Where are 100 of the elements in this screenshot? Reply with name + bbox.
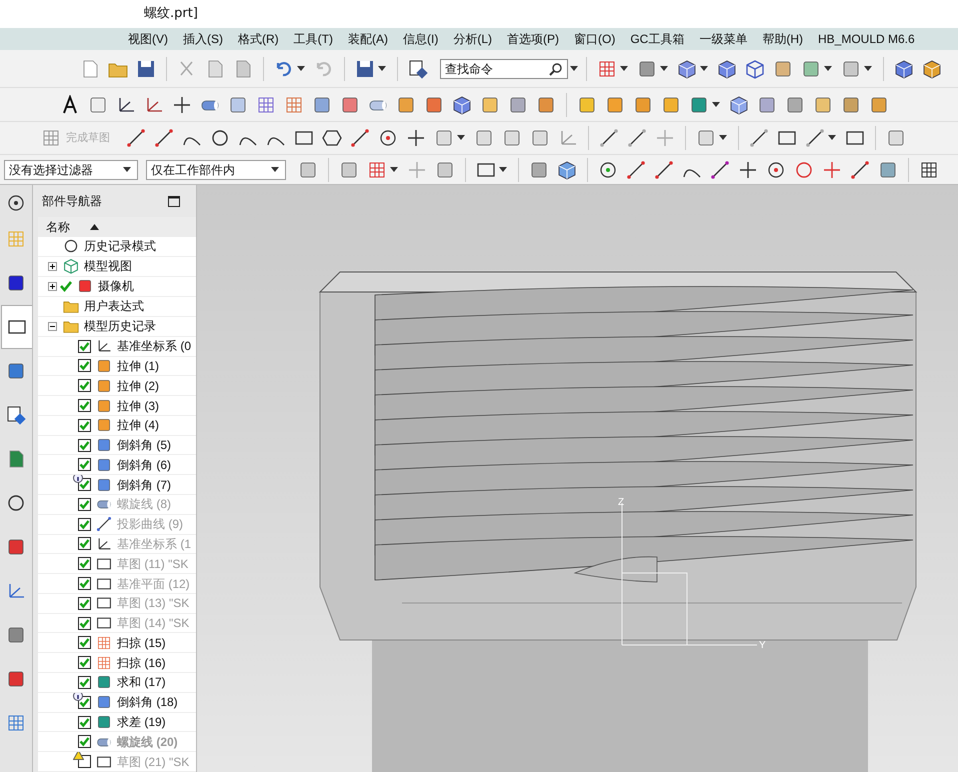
checkbox[interactable] xyxy=(78,656,91,670)
caret-icon[interactable] xyxy=(457,135,465,141)
chamfer-icon[interactable] xyxy=(95,456,113,474)
column-header[interactable]: 名称 xyxy=(38,217,196,237)
checkbox[interactable] xyxy=(78,537,91,550)
tree-item[interactable]: 倒斜角 (18) xyxy=(38,692,196,713)
menu-item[interactable]: 分析(L) xyxy=(453,30,492,48)
tree-item[interactable]: 拉伸 (3) xyxy=(38,396,196,416)
line-icon[interactable] xyxy=(849,158,871,180)
menu-item[interactable]: 格式(R) xyxy=(238,30,279,48)
curve-icon[interactable] xyxy=(95,515,113,533)
menu-item[interactable]: GC工具箱 xyxy=(630,30,684,48)
menu-item[interactable]: 工具(T) xyxy=(294,30,333,48)
line-icon[interactable] xyxy=(804,127,826,149)
cube-icon[interactable] xyxy=(921,58,943,80)
menu-item[interactable]: 首选项(P) xyxy=(507,30,559,48)
menu-item[interactable]: 视图(V) xyxy=(128,30,168,48)
tree-item[interactable]: 扫掠 (16) xyxy=(38,653,196,674)
wireframe-cube-icon[interactable] xyxy=(744,58,766,80)
checkbox[interactable] xyxy=(78,498,91,511)
extrude-icon[interactable] xyxy=(95,357,113,375)
caret-icon[interactable] xyxy=(570,66,578,72)
crosshair-icon[interactable] xyxy=(405,127,427,149)
checkbox[interactable] xyxy=(78,518,91,531)
checkbox[interactable] xyxy=(78,438,91,452)
checkbox[interactable] xyxy=(78,340,91,353)
tree-item[interactable]: 倒斜角 (5) xyxy=(38,436,196,456)
line-icon[interactable] xyxy=(153,127,175,149)
caret-icon[interactable] xyxy=(712,102,720,108)
chamfer-icon[interactable] xyxy=(95,436,113,454)
cube-icon[interactable] xyxy=(893,58,915,80)
tree-item[interactable]: 模型历史记录 xyxy=(38,316,196,337)
tree-item[interactable]: 倒斜角 (6) xyxy=(38,455,196,476)
text-tool-icon[interactable] xyxy=(60,94,80,114)
checkbox[interactable] xyxy=(78,359,91,372)
search-field[interactable]: 查找命令 xyxy=(440,58,568,78)
menu-item[interactable]: HB_MOULD M6.6 xyxy=(818,30,915,48)
line-icon[interactable] xyxy=(626,127,648,149)
checkbox[interactable] xyxy=(78,676,91,689)
checkbox[interactable] xyxy=(78,735,91,748)
checkbox[interactable] xyxy=(78,399,91,412)
checkbox[interactable] xyxy=(78,616,91,630)
menu-item[interactable]: 一级菜单 xyxy=(699,30,748,48)
tree-item[interactable]: 求差 (19) xyxy=(38,712,196,732)
caret-icon[interactable] xyxy=(620,66,628,72)
cube-icon[interactable] xyxy=(676,58,698,80)
caret-icon[interactable] xyxy=(123,166,131,172)
tree-item[interactable]: 用户表达式 xyxy=(38,296,196,317)
tree-item[interactable]: 求和 (17) xyxy=(38,673,196,693)
tree-item[interactable]: 模型视图 xyxy=(38,256,196,277)
caret-icon[interactable] xyxy=(378,66,386,72)
checkbox[interactable] xyxy=(78,596,91,610)
checkbox[interactable] xyxy=(78,458,91,472)
checkbox[interactable] xyxy=(78,716,91,728)
checkbox[interactable] xyxy=(78,577,91,590)
tree-item[interactable]: 历史记录模式 xyxy=(38,236,196,257)
cube-icon[interactable] xyxy=(451,94,473,116)
caret-icon[interactable] xyxy=(824,66,832,72)
cube-icon[interactable] xyxy=(556,158,578,180)
line-icon[interactable] xyxy=(653,158,675,180)
checkbox[interactable] xyxy=(78,379,91,392)
resource-tab[interactable] xyxy=(0,305,32,349)
caret-icon[interactable] xyxy=(390,166,398,172)
checkbox[interactable] xyxy=(78,636,91,650)
caret-icon[interactable] xyxy=(828,135,836,141)
tree-item[interactable]: 基准坐标系 (0 xyxy=(38,336,196,357)
collapse-icon[interactable] xyxy=(48,322,57,331)
tree-item[interactable]: 拉伸 (1) xyxy=(38,356,196,376)
menu-item[interactable]: 装配(A) xyxy=(348,30,388,48)
line-icon[interactable] xyxy=(709,158,731,180)
caret-icon[interactable] xyxy=(719,135,727,141)
line-icon[interactable] xyxy=(598,127,620,149)
tree-item[interactable]: 扫掠 (15) xyxy=(38,633,196,654)
line-icon[interactable] xyxy=(625,158,647,180)
caret-icon[interactable] xyxy=(660,66,668,72)
checkbox[interactable] xyxy=(78,557,91,570)
caret-icon[interactable] xyxy=(297,66,305,72)
caret-icon[interactable] xyxy=(271,166,279,172)
line-icon[interactable] xyxy=(125,127,147,149)
menu-item[interactable]: 信息(I) xyxy=(403,30,438,48)
cube-icon[interactable] xyxy=(728,94,750,116)
caret-icon[interactable] xyxy=(700,66,708,72)
expand-icon[interactable] xyxy=(48,282,57,291)
caret-icon[interactable] xyxy=(864,66,872,72)
filter-dropdown[interactable]: 没有选择过滤器 xyxy=(4,160,138,180)
filter-dropdown[interactable]: 仅在工作部件内 xyxy=(146,160,286,180)
expand-icon[interactable] xyxy=(48,262,57,271)
subtract-icon[interactable] xyxy=(95,713,113,731)
caret-icon[interactable] xyxy=(499,166,507,172)
tree-item[interactable]: 摄像机 xyxy=(38,276,196,297)
checkbox[interactable] xyxy=(78,418,91,432)
checkbox[interactable] xyxy=(78,478,91,492)
cube-icon[interactable] xyxy=(716,58,738,80)
menu-item[interactable]: 帮助(H) xyxy=(762,30,803,48)
tree-item[interactable]: 倒斜角 (7) xyxy=(38,475,196,496)
panel-icon[interactable] xyxy=(5,404,27,426)
maximize-icon[interactable] xyxy=(168,196,180,206)
menu-item[interactable]: 窗口(O) xyxy=(574,30,616,48)
line-icon[interactable] xyxy=(748,127,770,149)
tree-item[interactable]: 拉伸 (4) xyxy=(38,416,196,436)
